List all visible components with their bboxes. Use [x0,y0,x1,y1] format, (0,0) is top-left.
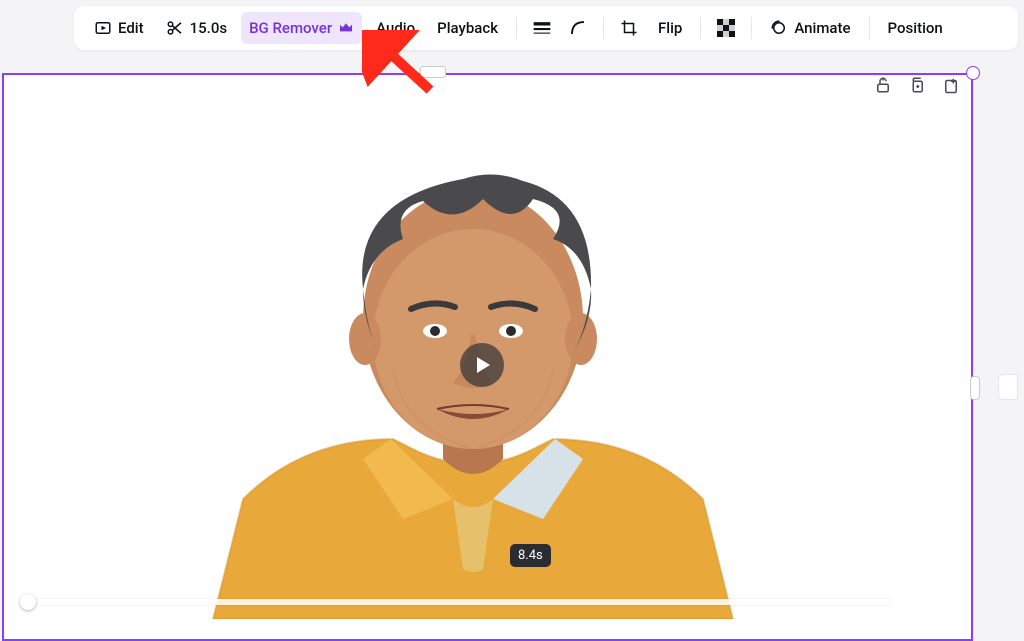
transparency-checker-icon [717,19,735,37]
page-side-tab[interactable] [998,374,1018,400]
trim-button[interactable]: 15.0s [158,12,235,44]
toolbar-divider [603,17,604,39]
transparency-button[interactable] [711,12,741,44]
crop-button[interactable] [614,12,644,44]
line-weight-button[interactable] [527,12,557,44]
bg-remover-button[interactable]: BG Remover [241,12,362,44]
lock-button[interactable] [872,74,894,96]
corner-rounding-icon [569,19,587,37]
animate-button[interactable]: Animate [762,12,858,44]
toolbar-divider [700,17,701,39]
animate-icon [770,19,788,37]
play-button[interactable] [460,343,504,387]
audio-button[interactable]: Audio [368,12,423,44]
flip-button[interactable]: Flip [650,12,690,44]
position-label: Position [888,19,943,37]
toolbar-divider [751,17,752,39]
trim-duration-label: 15.0s [190,19,227,37]
audio-label: Audio [376,19,415,37]
corner-rounding-button[interactable] [563,12,593,44]
toolbar-divider [516,17,517,39]
seek-track [28,599,891,605]
toolbar-divider [869,17,870,39]
flip-label: Flip [658,19,682,37]
crop-icon [620,19,638,37]
position-button[interactable]: Position [880,12,951,44]
playback-label: Playback [437,19,498,37]
add-page-button[interactable] [940,74,962,96]
bg-remover-label: BG Remover [249,19,332,37]
playback-button[interactable]: Playback [429,12,506,44]
scissors-icon [166,19,184,37]
selection-corner-handle[interactable] [966,66,980,80]
duplicate-page-button[interactable] [906,74,928,96]
video-seek-bar[interactable] [28,599,891,605]
page-floating-controls [872,74,962,96]
play-icon [474,357,490,373]
seek-thumb[interactable] [20,594,36,610]
selection-side-handle[interactable] [970,376,980,400]
timestamp-badge: 8.4s [510,544,551,567]
editor-toolbar: Edit 15.0s BG Remover Audio Playback [74,6,1018,50]
selection-top-handle[interactable] [420,66,446,78]
edit-box-icon [94,19,112,37]
line-weight-icon [532,19,552,37]
edit-label: Edit [118,19,144,37]
edit-button[interactable]: Edit [86,12,152,44]
canvas[interactable]: 8.4s [2,73,973,641]
animate-label: Animate [794,19,850,37]
crown-icon [338,20,354,36]
